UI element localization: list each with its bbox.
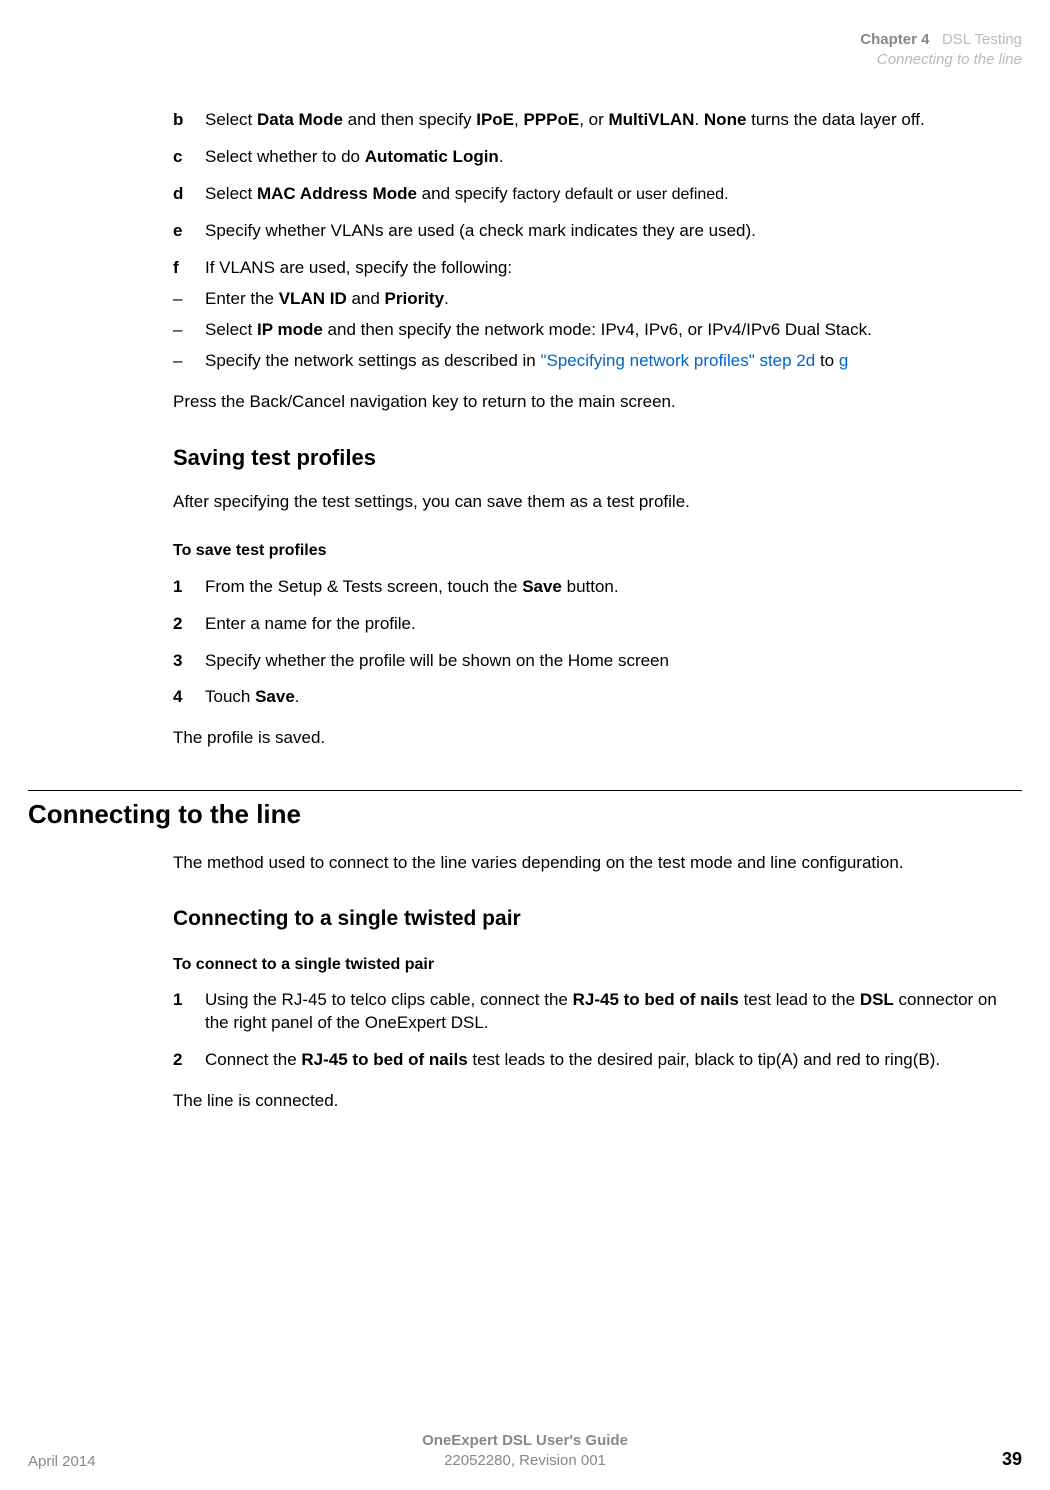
dash-icon: – [173,288,205,311]
connecting-outro: The line is connected. [173,1090,1022,1113]
link-network-profiles[interactable]: "Specifying network profiles" step 2d [540,351,815,370]
step-b: b Select Data Mode and then specify IPoE… [173,109,1022,132]
substep-2: – Select IP mode and then specify the ne… [173,319,1022,342]
connect-step-2-text: Connect the RJ-45 to bed of nails test l… [205,1049,1022,1072]
save-step-3-text: Specify whether the profile will be show… [205,650,1022,673]
step-e: e Specify whether VLANs are used (a chec… [173,220,1022,243]
marker-e: e [173,220,205,243]
marker-1: 1 [173,576,205,599]
step-c: c Select whether to do Automatic Login. [173,146,1022,169]
page-footer: April 2014 OneExpert DSL User's Guide 22… [28,1431,1022,1470]
chapter-number: Chapter 4 [860,31,929,48]
step-f: f If VLANS are used, specify the followi… [173,257,1022,280]
footer-revision: 22052280, Revision 001 [444,1452,606,1469]
save-step-4-text: Touch Save. [205,686,1022,709]
marker-f: f [173,257,205,280]
saving-intro: After specifying the test settings, you … [173,491,1022,514]
connect-step-1: 1 Using the RJ-45 to telco clips cable, … [173,989,1022,1035]
connect-step-1-text: Using the RJ-45 to telco clips cable, co… [205,989,1022,1035]
heading-single-pair: Connecting to a single twisted pair [173,905,1022,933]
saving-outro: The profile is saved. [173,727,1022,750]
footer-guide-title: OneExpert DSL User's Guide [422,1432,628,1449]
save-step-3: 3 Specify whether the profile will be sh… [173,650,1022,673]
step-d-text: Select MAC Address Mode and specify fact… [205,183,1022,206]
chapter-title: DSL Testing [934,31,1022,48]
heading-connecting: Connecting to the line [28,790,1022,832]
save-step-1: 1 From the Setup & Tests screen, touch t… [173,576,1022,599]
marker-4: 4 [173,686,205,709]
save-step-4: 4 Touch Save. [173,686,1022,709]
save-step-1-text: From the Setup & Tests screen, touch the… [205,576,1022,599]
marker-c1: 1 [173,989,205,1035]
step-c-text: Select whether to do Automatic Login. [205,146,1022,169]
step-d: d Select MAC Address Mode and specify fa… [173,183,1022,206]
dash-icon: – [173,319,205,342]
page-number: 39 [691,1449,1022,1470]
save-step-2: 2 Enter a name for the profile. [173,613,1022,636]
page-content: b Select Data Mode and then specify IPoE… [173,109,1022,1113]
substep-2-text: Select IP mode and then specify the netw… [205,319,1022,342]
step-e-text: Specify whether VLANs are used (a check … [205,220,1022,243]
header-section: Connecting to the line [877,51,1022,68]
substep-3-text: Specify the network settings as describe… [205,350,1022,373]
step-b-text: Select Data Mode and then specify IPoE, … [205,109,1022,132]
connecting-intro: The method used to connect to the line v… [173,852,1022,875]
heading-saving-profiles: Saving test profiles [173,443,1022,473]
page-header: Chapter 4 DSL Testing Connecting to the … [28,30,1022,69]
connect-step-2: 2 Connect the RJ-45 to bed of nails test… [173,1049,1022,1072]
footer-date: April 2014 [28,1453,359,1470]
subhead-to-connect: To connect to a single twisted pair [173,954,1022,976]
subhead-to-save: To save test profiles [173,540,1022,562]
marker-3: 3 [173,650,205,673]
marker-b: b [173,109,205,132]
substep-1-text: Enter the VLAN ID and Priority. [205,288,1022,311]
substep-3: – Specify the network settings as descri… [173,350,1022,373]
link-step-g[interactable]: g [839,351,848,370]
marker-2: 2 [173,613,205,636]
step-f-text: If VLANS are used, specify the following… [205,257,1022,280]
substep-1: – Enter the VLAN ID and Priority. [173,288,1022,311]
marker-c2: 2 [173,1049,205,1072]
marker-d: d [173,183,205,206]
dash-icon: – [173,350,205,373]
para-back-cancel: Press the Back/Cancel navigation key to … [173,391,1022,414]
footer-center: OneExpert DSL User's Guide 22052280, Rev… [359,1431,690,1470]
marker-c: c [173,146,205,169]
save-step-2-text: Enter a name for the profile. [205,613,1022,636]
